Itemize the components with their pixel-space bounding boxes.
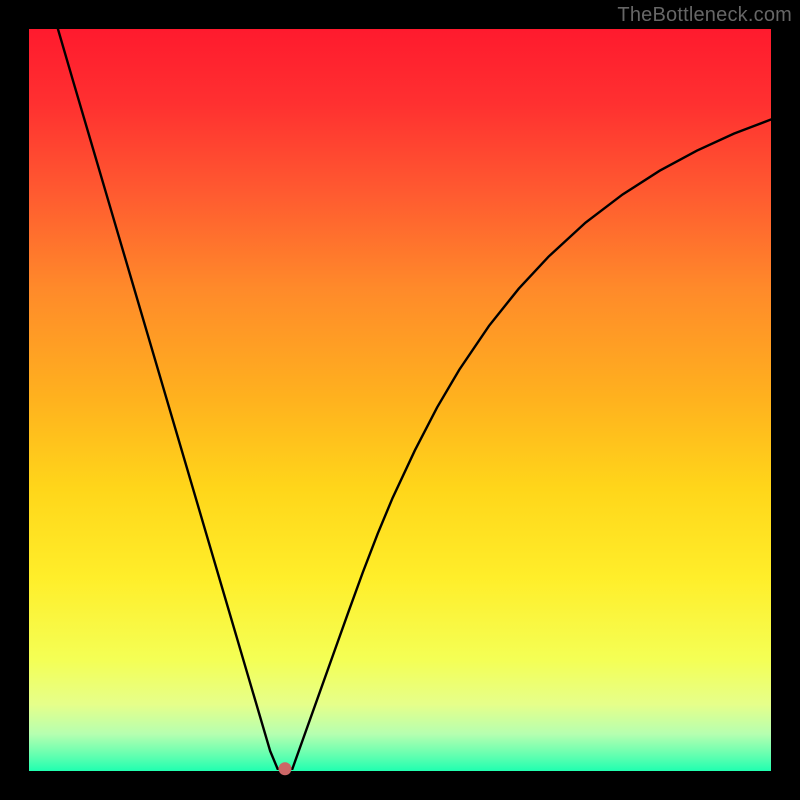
chart-gradient-bg [29, 29, 771, 771]
chart-svg [0, 0, 800, 800]
chart-marker-dot [278, 762, 291, 775]
watermark-text: TheBottleneck.com [617, 4, 792, 27]
